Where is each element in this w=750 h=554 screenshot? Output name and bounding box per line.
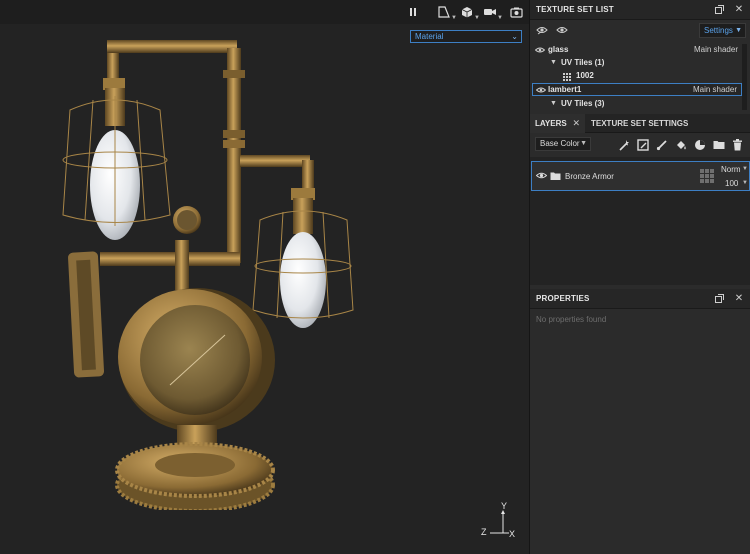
uv-tiles-label: UV Tiles (1): [561, 58, 605, 67]
properties-empty-message: No properties found: [536, 315, 607, 324]
eye-icon[interactable]: [535, 171, 548, 182]
channel-select[interactable]: Base Color ▼: [535, 137, 591, 151]
layers-toolbar: Base Color ▼: [530, 133, 750, 157]
chevron-down-icon[interactable]: ▼: [550, 97, 557, 110]
axis-label-z: Z: [481, 527, 487, 537]
trash-icon[interactable]: [732, 139, 744, 151]
layer-name[interactable]: Bronze Armor: [565, 172, 614, 181]
brush-icon[interactable]: [656, 139, 668, 151]
add-effect-icon[interactable]: [618, 139, 630, 151]
close-icon[interactable]: ✕: [734, 294, 744, 304]
layer-item-bronze-armor[interactable]: Bronze Armor Norm ▼ 100 ▼: [531, 161, 750, 191]
channel-select-value: Base Color: [540, 139, 580, 148]
right-dock: TEXTURE SET LIST ✕ Settings ▼ glass Main…: [529, 0, 750, 554]
chevron-down-icon: ⌄: [511, 32, 518, 41]
texture-set-list-scrollbar[interactable]: [742, 44, 747, 110]
undock-icon[interactable]: [714, 294, 724, 304]
layer-stack: Bronze Armor Norm ▼ 100 ▼: [530, 157, 750, 285]
shader-label[interactable]: Main shader: [693, 84, 737, 95]
smart-material-icon[interactable]: [694, 139, 706, 151]
chevron-down-icon: ▼: [742, 166, 748, 172]
eye-icon[interactable]: [556, 25, 568, 37]
axis-label-x: X: [509, 529, 516, 539]
texture-set-list-title: TEXTURE SET LIST: [536, 5, 614, 14]
link-eye-icon[interactable]: [536, 25, 548, 38]
chevron-down-icon: ▼: [742, 180, 748, 186]
add-mask-icon[interactable]: [637, 139, 649, 151]
viewport-mode-select[interactable]: Material ⌄: [410, 30, 522, 43]
chevron-down-icon[interactable]: ▼: [550, 56, 557, 69]
lamp-model-render[interactable]: [55, 30, 355, 510]
uv-tile-item[interactable]: 1002: [532, 69, 742, 82]
properties-body: No properties found: [530, 309, 750, 554]
properties-header: PROPERTIES ✕: [530, 289, 750, 309]
screenshot-icon[interactable]: [508, 4, 524, 20]
texture-set-name: glass: [548, 45, 569, 54]
viewport-mode-value: Material: [415, 32, 444, 41]
uv-tiles-group[interactable]: ▼ UV Tiles (3): [532, 97, 742, 110]
tab-layers-label: LAYERS: [535, 119, 567, 128]
texture-set-list: glass Main shader ▼ UV Tiles (1) 1002 la…: [530, 42, 750, 112]
eye-icon[interactable]: [535, 84, 547, 97]
settings-label: Settings: [704, 26, 733, 35]
texture-set-item-glass[interactable]: glass Main shader: [532, 43, 742, 56]
cube-icon[interactable]: ▼: [459, 4, 480, 21]
folder-icon[interactable]: [713, 139, 725, 151]
3d-viewport[interactable]: ▼ ▼ ▼ Material ⌄ Y Z X: [0, 0, 529, 554]
shader-label[interactable]: Main shader: [694, 43, 738, 56]
tab-texture-set-settings-label: TEXTURE SET SETTINGS: [591, 119, 689, 128]
chevron-down-icon: ▼: [580, 140, 587, 147]
uv-tiles-label: UV Tiles (3): [561, 99, 605, 108]
fill-layer-icon[interactable]: [675, 139, 687, 151]
texture-set-list-toolbar: Settings ▼: [530, 20, 750, 42]
uv-tile-name: 1002: [576, 71, 594, 80]
folder-icon: [550, 171, 561, 183]
opacity-value[interactable]: 100: [725, 179, 738, 188]
close-icon[interactable]: ✕: [734, 5, 744, 15]
chevron-down-icon: ▼: [735, 27, 742, 34]
viewport-toolbar: ▼ ▼ ▼: [0, 0, 529, 24]
axis-gizmo: Y Z X: [478, 501, 518, 543]
camera-projection-icon[interactable]: ▼: [436, 4, 457, 21]
axis-label-y: Y: [501, 501, 508, 511]
video-camera-icon[interactable]: ▼: [482, 4, 503, 21]
layers-tab-bar: LAYERS ✕ TEXTURE SET SETTINGS: [530, 114, 750, 133]
undock-icon[interactable]: [714, 5, 724, 15]
tab-texture-set-settings[interactable]: TEXTURE SET SETTINGS: [587, 114, 688, 133]
tab-layers[interactable]: LAYERS ✕: [530, 114, 585, 133]
blend-mode-select[interactable]: Norm: [721, 165, 741, 174]
texture-set-item-lambert1[interactable]: lambert1 Main shader: [532, 83, 742, 96]
uv-tiles-group[interactable]: ▼ UV Tiles (1): [532, 56, 742, 69]
texture-set-name: lambert1: [548, 85, 582, 94]
pause-icon[interactable]: [405, 4, 421, 20]
properties-title: PROPERTIES: [536, 294, 590, 303]
grid-icon: [700, 169, 715, 186]
settings-button[interactable]: Settings ▼: [699, 23, 746, 38]
close-icon[interactable]: ✕: [572, 114, 580, 133]
texture-set-list-header: TEXTURE SET LIST ✕: [530, 0, 750, 20]
